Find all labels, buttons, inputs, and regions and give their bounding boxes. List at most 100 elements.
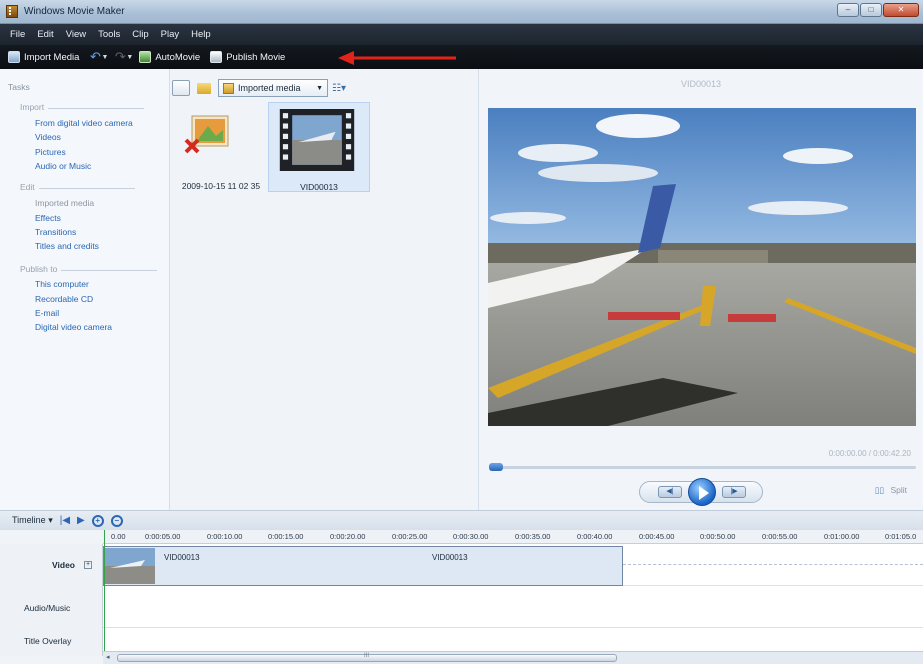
collection-dropdown-value: Imported media [238, 83, 301, 93]
playhead[interactable] [104, 530, 105, 656]
menu-edit[interactable]: Edit [37, 29, 53, 40]
menu-clip[interactable]: Clip [132, 29, 148, 40]
scroll-left-icon[interactable]: ◂ [106, 653, 110, 661]
track-guide [623, 564, 923, 565]
ruler-tick: 0:00:45.00 [639, 532, 675, 541]
zoom-out-icon[interactable]: − [110, 514, 123, 527]
menu-tools[interactable]: Tools [98, 29, 120, 40]
toggle-tasks-pane-button[interactable] [172, 80, 190, 96]
task-titles-and-credits[interactable]: Titles and credits [35, 241, 99, 251]
task-imported-media[interactable]: Imported media [35, 198, 94, 208]
split-label: Split [890, 485, 907, 495]
task-publish-email[interactable]: E-mail [35, 308, 59, 318]
collection-toolbar: Imported media ▼ ☷▾ [172, 77, 358, 99]
scroll-grip: III [364, 653, 370, 659]
seek-bar[interactable] [489, 466, 916, 469]
play-button[interactable] [688, 478, 716, 506]
track-label-audio-music: Audio/Music [24, 603, 71, 613]
timeline-scrollbar[interactable]: ◂ III [103, 651, 923, 664]
clip-label: 2009-10-15 11 02 35 [181, 181, 261, 191]
task-publish-recordable-cd[interactable]: Recordable CD [35, 294, 93, 304]
publish-movie-button[interactable]: Publish Movie [210, 51, 285, 63]
automovie-button[interactable]: AutoMovie [139, 51, 200, 63]
ruler-tick: 0:01:00.00 [824, 532, 860, 541]
main-toolbar: Import Media ↶ ▼ ↷ ▼ AutoMovie Publish M… [0, 45, 923, 69]
ruler-tick: 0:00:40.00 [577, 532, 613, 541]
section-import: Import [20, 102, 145, 112]
import-media-label: Import Media [24, 51, 80, 63]
audio-music-track[interactable] [103, 586, 923, 628]
expand-video-track-icon[interactable]: + [84, 561, 92, 569]
collection-clip-selected[interactable]: VID00013 [268, 102, 370, 192]
task-publish-digital-video-camera[interactable]: Digital video camera [35, 322, 112, 332]
ruler-tick: 0:00:50.00 [700, 532, 736, 541]
timeline-toolbar: Timeline ▾ |◀ ▶ + − [0, 510, 923, 530]
preview-video-frame[interactable] [488, 108, 916, 426]
video-film-icon [279, 109, 355, 171]
play-timeline-icon[interactable]: ▶ [77, 515, 85, 526]
task-import-audio-music[interactable]: Audio or Music [35, 161, 91, 171]
view-options-icon[interactable]: ☷▾ [332, 80, 358, 96]
ruler-tick: 0:00:30.00 [453, 532, 489, 541]
ruler-tick: 0:00:25.00 [392, 532, 428, 541]
menu-play[interactable]: Play [161, 29, 179, 40]
section-publish-to: Publish to [20, 264, 159, 274]
task-import-pictures[interactable]: Pictures [35, 147, 66, 157]
clip-thumbnail [105, 548, 155, 584]
annotation-arrow-icon [338, 51, 456, 65]
collection-dropdown[interactable]: Imported media ▼ [218, 79, 328, 97]
track-labels: Video + Audio/Music Title Overlay [0, 544, 103, 656]
undo-icon[interactable]: ↶ [89, 50, 101, 63]
timeline-mode-label: Timeline [12, 515, 46, 525]
menu-view[interactable]: View [66, 29, 86, 40]
preview-panel: VID00013 0:00:00.00 / 0:00:42.20 ◀| |▶ ▯… [478, 69, 923, 510]
clip-label: VID00013 [300, 182, 338, 192]
menu-file[interactable]: File [10, 29, 25, 40]
folder-icon[interactable] [197, 82, 211, 94]
ruler-tick: 0:00:15.00 [268, 532, 304, 541]
split-button[interactable]: ▯▯ Split [875, 485, 907, 496]
redo-icon[interactable]: ↷ [114, 50, 126, 63]
import-media-icon [8, 51, 20, 63]
import-media-button[interactable]: Import Media [8, 51, 79, 63]
ruler-tick: 0:00:10.00 [207, 532, 243, 541]
window-controls: – □ ✕ [837, 3, 919, 17]
timeline-ruler[interactable]: 0.00 0:00:05.00 0:00:10.00 0:00:15.00 0:… [103, 530, 923, 544]
maximize-button[interactable]: □ [860, 3, 882, 17]
seek-handle[interactable] [489, 463, 503, 471]
track-label-title-overlay: Title Overlay [24, 636, 72, 646]
task-transitions[interactable]: Transitions [35, 227, 76, 237]
timeline-tracks: VID00013 VID00013 [103, 544, 923, 656]
section-edit: Edit [20, 182, 133, 192]
ruler-tick: 0:00:35.00 [515, 532, 551, 541]
next-frame-button[interactable]: |▶ [722, 486, 746, 498]
missing-image-icon [184, 115, 229, 154]
timeline-view-dropdown[interactable]: Timeline ▾ [12, 515, 53, 526]
tasks-pane: Tasks Import From digital video camera V… [0, 69, 170, 510]
tasks-title: Tasks [8, 82, 30, 92]
zoom-in-icon[interactable]: + [91, 514, 104, 527]
menu-help[interactable]: Help [191, 29, 211, 40]
task-publish-this-computer[interactable]: This computer [35, 279, 89, 289]
close-button[interactable]: ✕ [883, 3, 919, 17]
video-track[interactable]: VID00013 VID00013 [103, 544, 923, 586]
rewind-timeline-icon[interactable]: |◀ [60, 515, 70, 526]
previous-frame-button[interactable]: ◀| [658, 486, 682, 498]
task-from-digital-video-camera[interactable]: From digital video camera [35, 118, 133, 128]
undo-dropdown-icon[interactable]: ▼ [101, 54, 108, 61]
scrollbar-thumb[interactable]: III [117, 653, 617, 662]
ruler-tick: 0:00:20.00 [330, 532, 366, 541]
timeline-video-clip[interactable]: VID00013 VID00013 [103, 546, 623, 586]
preview-title: VID00013 [680, 79, 722, 89]
imported-media-icon [223, 82, 234, 94]
task-import-videos[interactable]: Videos [35, 132, 61, 142]
ruler-tick: 0.00 [111, 532, 126, 541]
automovie-label: AutoMovie [155, 51, 201, 63]
title-bar: Windows Movie Maker – □ ✕ [0, 0, 923, 24]
minimize-button[interactable]: – [837, 3, 859, 17]
task-effects[interactable]: Effects [35, 213, 61, 223]
redo-dropdown-icon[interactable]: ▼ [126, 54, 133, 61]
collection-clip[interactable]: 2009-10-15 11 02 35 [170, 102, 272, 192]
movie-maker-app-icon [6, 5, 18, 18]
chevron-down-icon: ▼ [316, 84, 323, 92]
